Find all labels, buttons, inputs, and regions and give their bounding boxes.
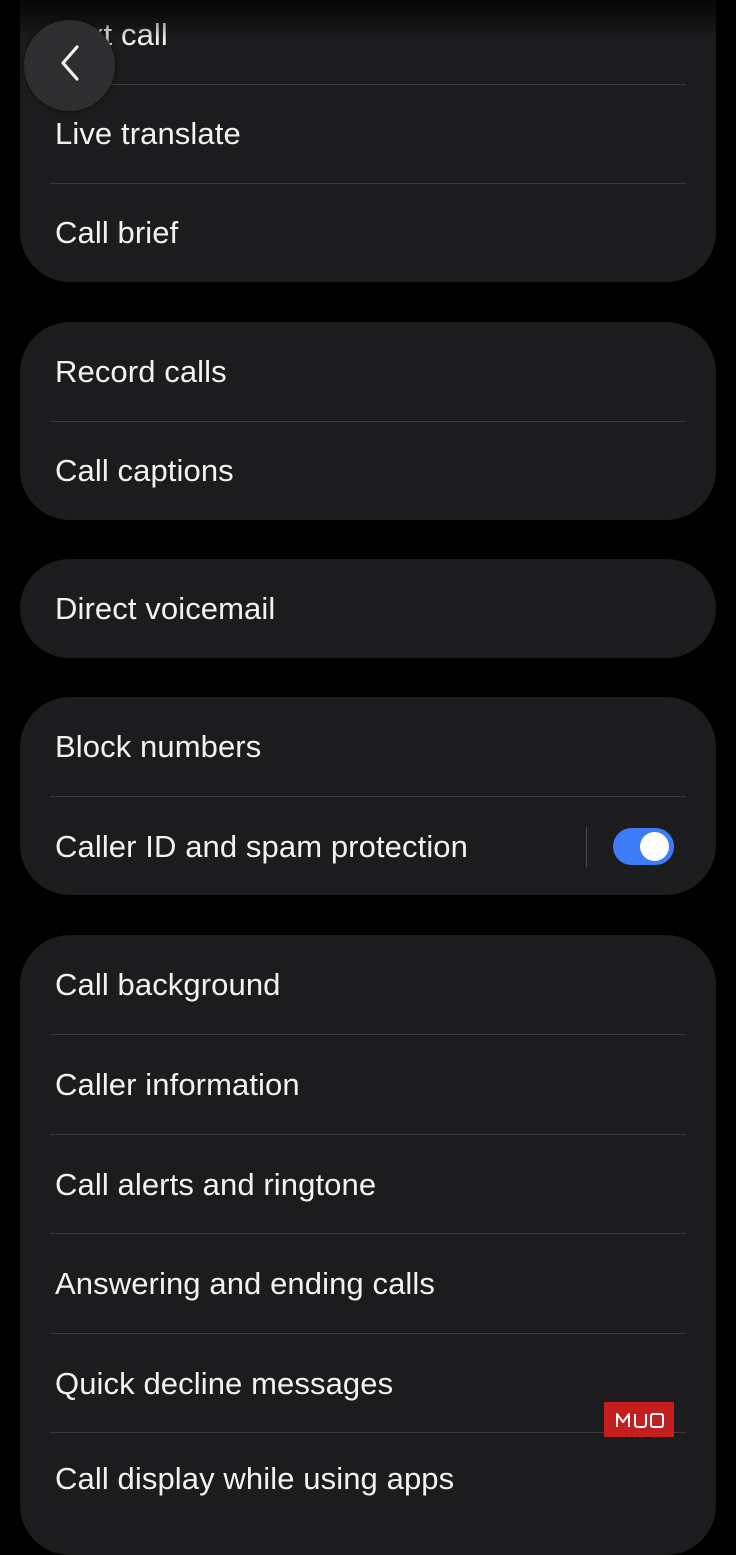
settings-item-caller-id-spam[interactable]: Caller ID and spam protection [20, 797, 716, 895]
settings-item-answering-ending-calls[interactable]: Answering and ending calls [20, 1234, 716, 1333]
settings-group-recording: Record calls Call captions [20, 322, 716, 520]
settings-item-label: Caller ID and spam protection [55, 828, 468, 864]
settings-item-text-call[interactable]: Text call [20, 0, 716, 84]
settings-item-call-background[interactable]: Call background [20, 935, 716, 1034]
settings-item-label: Live translate [55, 115, 241, 151]
settings-item-block-numbers[interactable]: Block numbers [20, 697, 716, 796]
chevron-left-icon [57, 43, 83, 88]
settings-item-record-calls[interactable]: Record calls [20, 322, 716, 421]
settings-item-label: Call alerts and ringtone [55, 1166, 377, 1202]
settings-item-direct-voicemail[interactable]: Direct voicemail [20, 559, 716, 658]
settings-group-call-display: Call background Caller information Call … [20, 935, 716, 1555]
settings-item-label: Call brief [55, 214, 179, 250]
settings-item-call-captions[interactable]: Call captions [20, 421, 716, 520]
settings-item-label: Caller information [55, 1066, 300, 1102]
muo-watermark-logo [604, 1402, 674, 1437]
settings-item-label: Answering and ending calls [55, 1265, 436, 1301]
toggle-separator [586, 827, 587, 867]
settings-item-call-display-using-apps[interactable]: Call display while using apps [20, 1429, 716, 1528]
settings-item-label: Quick decline messages [55, 1365, 394, 1401]
settings-item-label: Direct voicemail [55, 590, 276, 626]
settings-item-call-brief[interactable]: Call brief [20, 183, 716, 282]
settings-group-call-assist: Text call Live translate Call brief [20, 0, 716, 282]
settings-item-label: Call display while using apps [55, 1460, 455, 1496]
back-button[interactable] [24, 20, 115, 111]
settings-item-call-alerts-ringtone[interactable]: Call alerts and ringtone [20, 1135, 716, 1234]
settings-item-label: Record calls [55, 353, 227, 389]
settings-group-voicemail: Direct voicemail [20, 559, 716, 658]
settings-item-live-translate[interactable]: Live translate [20, 84, 716, 183]
settings-item-label: Call background [55, 966, 281, 1002]
settings-item-label: Block numbers [55, 728, 262, 764]
settings-item-label: Call captions [55, 452, 234, 488]
toggle-knob [640, 832, 669, 861]
caller-id-spam-toggle[interactable] [613, 828, 674, 865]
settings-group-blocking: Block numbers Caller ID and spam protect… [20, 697, 716, 895]
settings-item-caller-information[interactable]: Caller information [20, 1035, 716, 1134]
